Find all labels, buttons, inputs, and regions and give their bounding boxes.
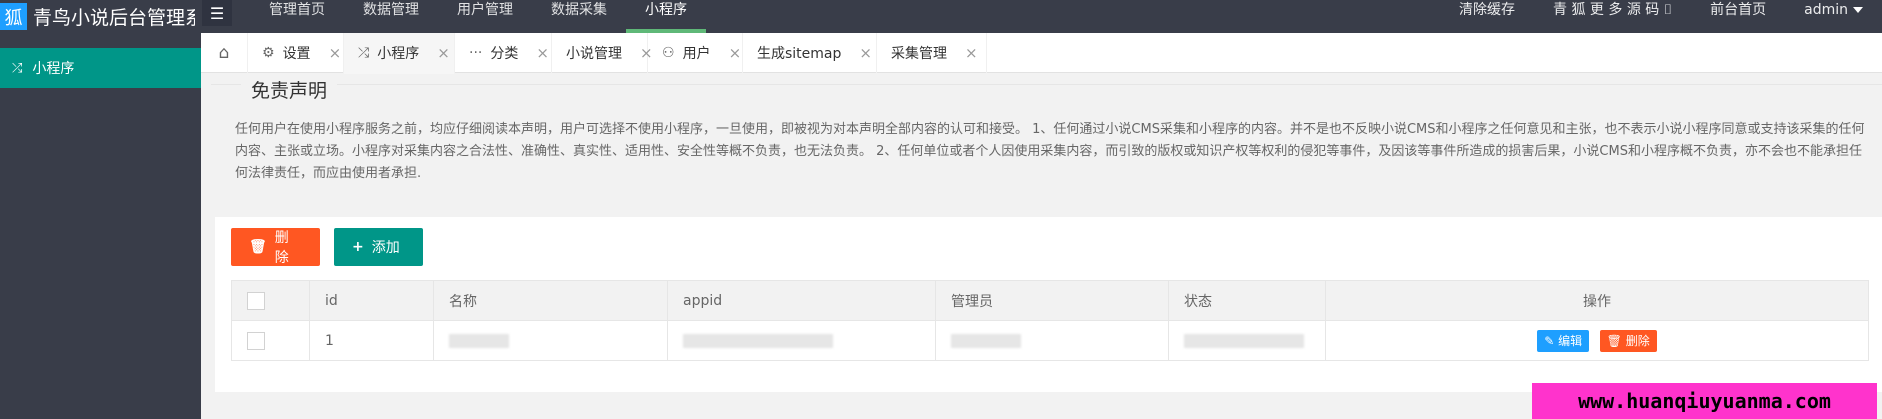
close-icon[interactable]: × xyxy=(859,44,872,62)
app-title: 青鸟小说后台管理系 xyxy=(33,7,195,29)
add-label: 添加 xyxy=(371,240,400,256)
close-icon[interactable]: × xyxy=(329,44,342,62)
edit-button[interactable]: ✎ 编辑 xyxy=(1537,329,1590,352)
top-header: 狐 青鸟小说后台管理系 ☰ 管理首页 数据管理 用户管理 数据采集 小程序 清除… xyxy=(0,0,1882,33)
col-id[interactable]: id xyxy=(309,280,434,321)
top-right-nav: 清除缓存 青 狐 更 多 源 码 ⌷ 前台首页 admin xyxy=(1440,0,1882,33)
col-appid[interactable]: appid xyxy=(667,280,936,321)
col-name[interactable]: 名称 xyxy=(433,280,668,321)
col-admin[interactable]: 管理员 xyxy=(935,280,1169,321)
plus-icon: + xyxy=(352,239,364,255)
cell-name xyxy=(433,320,668,361)
table-row: 1 ✎ 编辑 🗑 删除 xyxy=(231,320,1869,361)
select-all-cell xyxy=(231,280,310,321)
menu-toggle-icon[interactable]: ☰ xyxy=(202,0,232,26)
shuffle-icon: ⤮ xyxy=(358,45,370,61)
trash-icon: 🗑 xyxy=(1606,333,1622,348)
redacted-status xyxy=(1184,333,1304,348)
row-select-cell xyxy=(231,320,310,361)
tab-label: 设置 xyxy=(282,46,311,62)
tab-miniprogram[interactable]: ⤮ 小程序 × xyxy=(344,33,455,74)
row-checkbox[interactable] xyxy=(247,331,265,350)
pencil-icon: ✎ xyxy=(1544,333,1555,348)
cell-status xyxy=(1168,320,1326,361)
watermark-banner: www.huanqiuyuanma.com xyxy=(1532,383,1877,419)
close-icon[interactable]: × xyxy=(536,44,549,62)
tab-label: 生成sitemap xyxy=(757,46,842,62)
row-delete-label: 删除 xyxy=(1625,333,1650,348)
nav-miniprogram[interactable]: 小程序 xyxy=(626,0,706,33)
more-source-link[interactable]: 青 狐 更 多 源 码 ⌷ xyxy=(1534,0,1691,33)
nav-data[interactable]: 数据管理 xyxy=(344,0,438,33)
tab-label: 小程序 xyxy=(377,46,420,62)
more-icon: ··· xyxy=(469,45,483,61)
tab-label: 用户 xyxy=(682,46,711,62)
shuffle-icon: ⤮ xyxy=(12,60,23,76)
disclaimer-title: 免责声明 xyxy=(241,76,338,103)
cell-id: 1 xyxy=(309,320,434,361)
gear-icon: ⚙ xyxy=(262,45,275,61)
chevron-down-icon xyxy=(1853,7,1863,13)
logo[interactable]: 狐 青鸟小说后台管理系 xyxy=(0,0,195,33)
tab-users[interactable]: ⚇ 用户 × xyxy=(648,33,743,73)
delete-button[interactable]: 🗑 删除 xyxy=(231,228,320,266)
tab-home[interactable]: ⌂ xyxy=(201,33,248,73)
nav-users[interactable]: 用户管理 xyxy=(438,0,532,33)
redacted-admin xyxy=(951,333,1021,348)
logo-image: 狐 xyxy=(0,3,27,30)
redacted-appid xyxy=(683,333,833,348)
disclaimer-text: 任何用户在使用小程序服务之前，均应仔细阅读本声明，用户可选择不使用小程序，一旦使… xyxy=(235,122,1865,181)
tab-label: 小说管理 xyxy=(566,46,622,62)
disclaimer-fieldset: 免责声明 任何用户在使用小程序服务之前，均应仔细阅读本声明，用户可选择不使用小程… xyxy=(211,76,1882,196)
sidebar-item-miniprogram[interactable]: ⤮ 小程序 xyxy=(0,48,201,88)
cell-actions: ✎ 编辑 🗑 删除 xyxy=(1325,320,1869,361)
tab-settings[interactable]: ⚙ 设置 × xyxy=(248,33,344,73)
close-icon[interactable]: × xyxy=(729,44,742,62)
user-menu[interactable]: admin xyxy=(1785,0,1882,33)
sidebar: ⤮ 小程序 xyxy=(0,33,201,419)
col-actions: 操作 xyxy=(1325,280,1869,321)
tab-sitemap[interactable]: 生成sitemap × xyxy=(743,33,877,73)
table-panel: 🗑 删除 + 添加 id 名称 appid 管理员 状态 操作 1 ✎ 编辑 🗑… xyxy=(215,217,1882,392)
trash-icon: 🗑 xyxy=(249,239,267,255)
home-icon: ⌂ xyxy=(218,43,230,63)
nav-collect[interactable]: 数据采集 xyxy=(532,0,626,33)
data-table: id 名称 appid 管理员 状态 操作 1 ✎ 编辑 🗑 删除 xyxy=(231,280,1869,361)
main-content: 免责声明 任何用户在使用小程序服务之前，均应仔细阅读本声明，用户可选择不使用小程… xyxy=(201,74,1882,419)
top-nav: 管理首页 数据管理 用户管理 数据采集 小程序 xyxy=(250,0,706,33)
redacted-name xyxy=(449,333,509,348)
tab-category[interactable]: ··· 分类 × xyxy=(455,33,552,73)
tab-novels[interactable]: 小说管理 × xyxy=(552,33,653,73)
row-delete-button[interactable]: 🗑 删除 xyxy=(1599,329,1657,352)
sidebar-item-label: 小程序 xyxy=(32,61,75,77)
close-icon[interactable]: × xyxy=(437,44,450,62)
username: admin xyxy=(1804,2,1848,18)
tab-bar: ⌂ ⚙ 设置 × ⤮ 小程序 × ··· 分类 × 小说管理 × ⚇ 用户 × 生成sitemap… xyxy=(201,33,1882,74)
cell-admin xyxy=(935,320,1169,361)
user-icon: ⚇ xyxy=(662,45,675,61)
table-header-row: id 名称 appid 管理员 状态 操作 xyxy=(231,280,1869,321)
select-all-checkbox[interactable] xyxy=(247,291,265,310)
nav-home[interactable]: 管理首页 xyxy=(250,0,344,33)
add-button[interactable]: + 添加 xyxy=(334,228,423,266)
tab-label: 分类 xyxy=(490,46,519,62)
close-icon[interactable]: × xyxy=(965,44,978,62)
tab-collect[interactable]: 采集管理 × xyxy=(877,33,987,73)
col-status[interactable]: 状态 xyxy=(1168,280,1326,321)
edit-label: 编辑 xyxy=(1558,333,1583,348)
delete-label: 删除 xyxy=(274,230,289,266)
cell-appid xyxy=(667,320,936,361)
tab-label: 采集管理 xyxy=(891,46,947,62)
clear-cache-link[interactable]: 清除缓存 xyxy=(1440,0,1534,33)
frontend-home-link[interactable]: 前台首页 xyxy=(1691,0,1785,33)
